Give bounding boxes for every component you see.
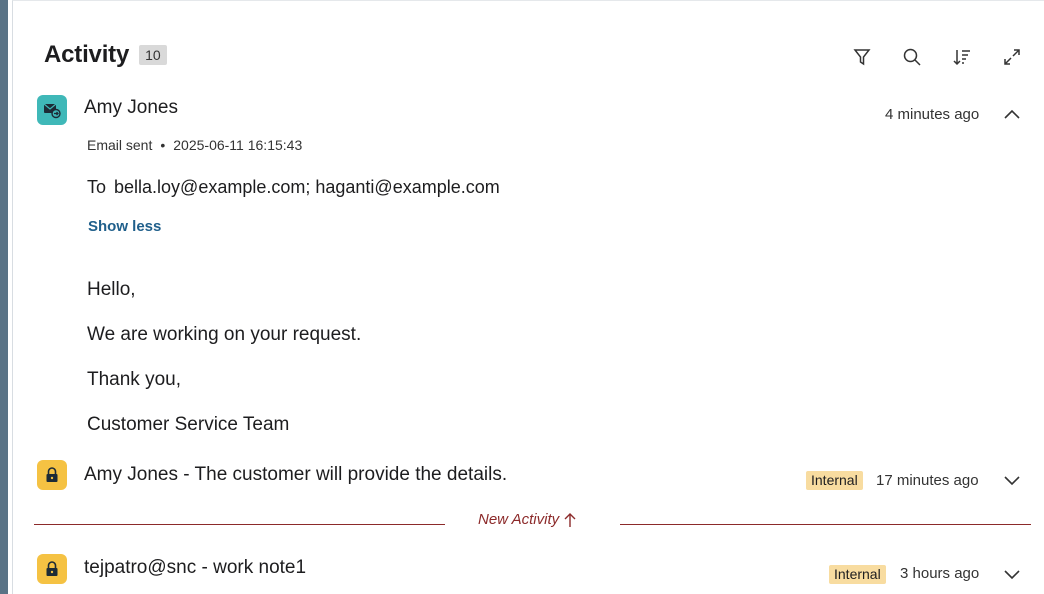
search-button[interactable] xyxy=(900,45,924,69)
filter-icon xyxy=(853,49,871,66)
chevron-down-icon xyxy=(1004,476,1020,486)
meta-separator-dot: • xyxy=(160,137,166,153)
to-addresses: bella.loy@example.com; haganti@example.c… xyxy=(114,177,500,197)
sort-button[interactable] xyxy=(950,45,974,69)
internal-badge: Internal xyxy=(806,471,863,490)
search-icon xyxy=(903,48,921,66)
activity-header: Activity 10 xyxy=(44,41,167,69)
email-timestamp: 2025-06-11 16:15:43 xyxy=(173,137,303,153)
arrow-up-icon xyxy=(564,512,576,527)
entry-author: Amy Jones - The customer will provide th… xyxy=(84,464,508,485)
email-body-line: Thank you, xyxy=(87,369,181,390)
collapse-button[interactable] xyxy=(1001,103,1023,125)
expand-entry-button[interactable] xyxy=(1001,469,1023,491)
new-activity-divider-left xyxy=(34,524,445,525)
new-activity-divider-right xyxy=(620,524,1031,525)
activity-panel: Activity 10 Amy Jones 4 minutes ago Emai… xyxy=(12,0,1044,594)
sort-icon xyxy=(953,50,970,66)
email-body-line: Customer Service Team xyxy=(87,414,290,435)
email-type: Email sent xyxy=(87,137,153,153)
email-recipients: To bella.loy@example.com; haganti@example… xyxy=(87,177,500,198)
expand-button[interactable] xyxy=(1000,45,1024,69)
internal-badge: Internal xyxy=(829,565,886,584)
email-meta: Email sent • 2025-06-11 16:15:43 xyxy=(87,137,302,153)
email-icon xyxy=(37,95,67,125)
email-body-line: Hello, xyxy=(87,279,136,300)
activity-toolbar xyxy=(850,45,1024,69)
to-label: To xyxy=(87,177,107,197)
activity-count-badge: 10 xyxy=(139,45,167,65)
lock-icon xyxy=(37,460,67,490)
chevron-down-icon xyxy=(1004,570,1020,580)
lock-icon xyxy=(37,554,67,584)
email-body-line: We are working on your request. xyxy=(87,324,362,345)
entry-time: 17 minutes ago xyxy=(876,472,979,489)
left-rail xyxy=(0,0,8,594)
new-activity-divider[interactable]: New Activity xyxy=(478,511,577,528)
entry-time: 3 hours ago xyxy=(900,565,980,582)
show-less-link[interactable]: Show less xyxy=(88,218,161,235)
entry-author: Amy Jones xyxy=(84,97,178,118)
page-title: Activity xyxy=(44,41,130,68)
filter-button[interactable] xyxy=(850,45,874,69)
entry-time: 4 minutes ago xyxy=(885,106,980,123)
new-activity-label: New Activity xyxy=(478,511,560,528)
chevron-up-icon xyxy=(1004,109,1020,119)
expand-entry-button[interactable] xyxy=(1001,563,1023,585)
expand-icon xyxy=(1004,49,1020,65)
entry-author: tejpatro@snc - work note1 xyxy=(84,557,307,578)
